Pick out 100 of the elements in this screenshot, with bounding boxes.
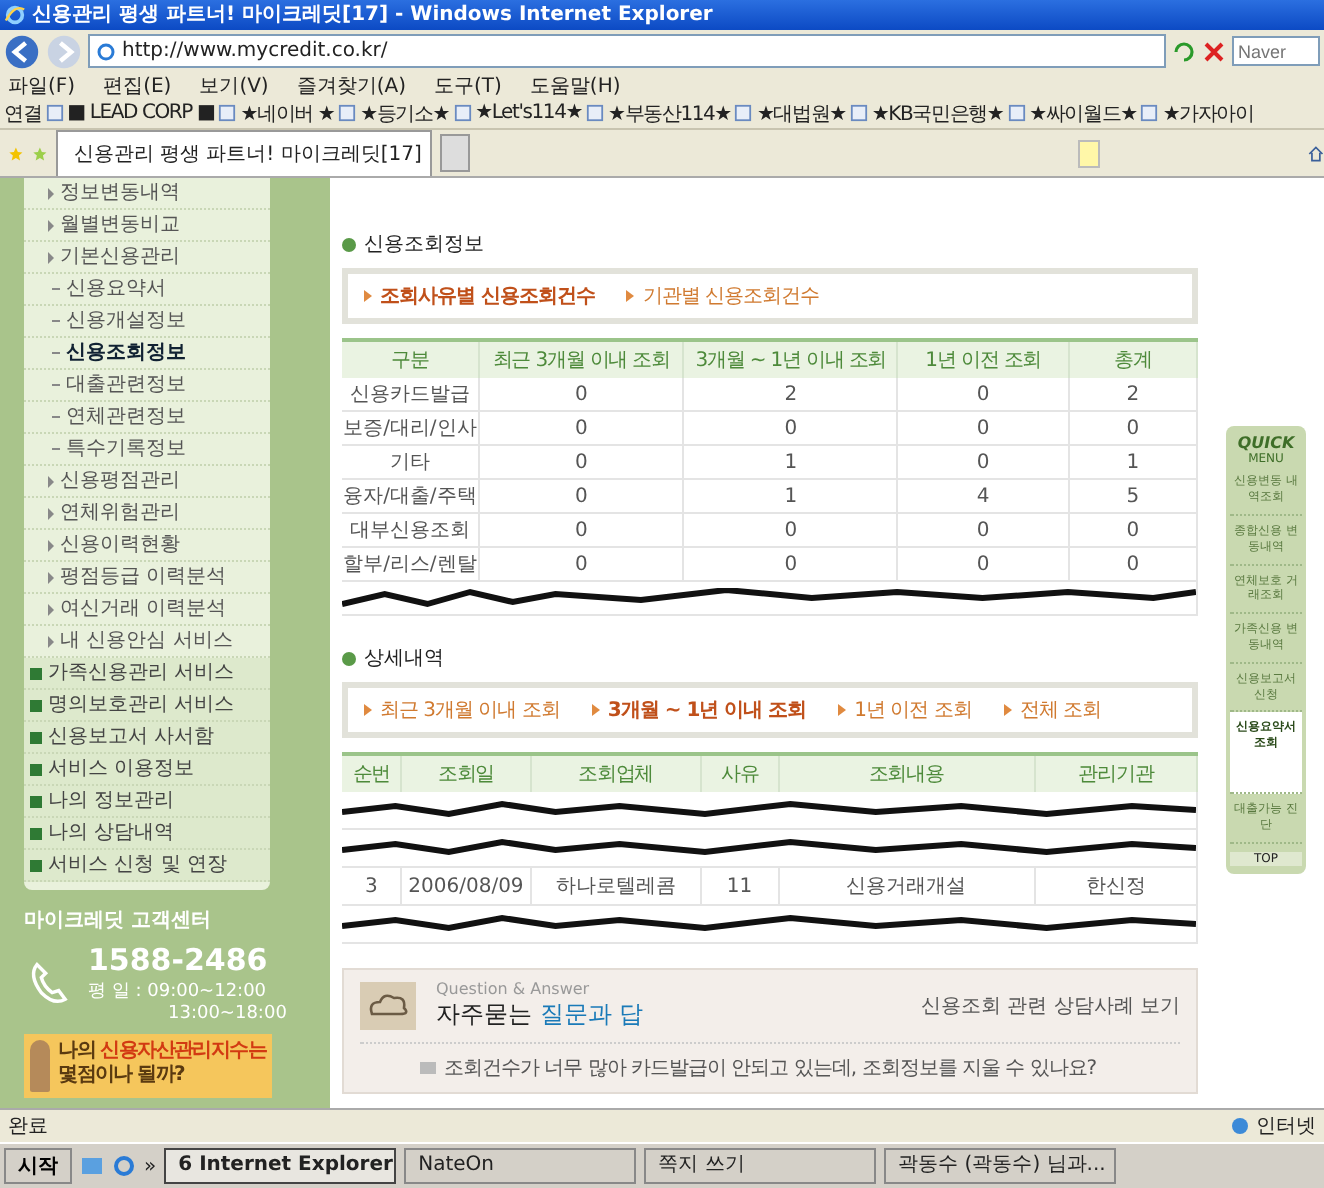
sidebar-item[interactable]: 나의 상담내역 <box>24 818 270 851</box>
sidebar-item[interactable]: 신용이력현황 <box>24 530 270 563</box>
sidebar-item[interactable]: 신용조회정보 <box>24 338 270 371</box>
sidebar-item[interactable]: 연체관련정보 <box>24 402 270 435</box>
sidebar-item[interactable]: 신용보고서 사서함 <box>24 722 270 755</box>
page-icon <box>45 104 64 123</box>
new-tab-button[interactable] <box>439 134 470 173</box>
favorite-link[interactable]: ★싸이월드★ <box>1007 99 1137 128</box>
section-heading: 상세내역 <box>364 646 444 673</box>
favorite-link[interactable]: ★Let's114★ <box>453 102 583 125</box>
sidebar-item[interactable]: 기본신용관리 <box>24 242 270 275</box>
browser-tab[interactable]: 신용관리 평생 파트너! 마이크레딧[17] <box>55 130 432 177</box>
sidebar-item[interactable]: 가족신용관리 서비스 <box>24 658 270 691</box>
counseling-cases-link[interactable]: 신용조회 관련 상담사례 보기 <box>920 992 1180 1021</box>
favorite-link[interactable]: ★네이버 ★ <box>218 99 335 128</box>
desktop-icon[interactable] <box>80 1154 104 1179</box>
sidebar-item[interactable]: 연체위험관리 <box>24 498 270 531</box>
page-icon <box>849 104 868 123</box>
taskbar-button[interactable]: 곽동수 (곽동수) 님과... <box>884 1148 1117 1185</box>
page-icon <box>586 104 605 123</box>
table-cell: 1 <box>683 445 898 480</box>
table-cell: 0 <box>1068 547 1197 582</box>
table-cell: 0 <box>897 445 1069 480</box>
sidebar-item[interactable]: 신용평점관리 <box>24 466 270 499</box>
sidebar-item[interactable]: 서비스 신청 및 연장 <box>24 850 270 883</box>
table-cell: 2006/08/09 <box>401 867 531 906</box>
faq-question[interactable]: 조회건수가 너무 많아 카드발급이 안되고 있는데, 조회정보를 지울 수 있나요? <box>360 1054 1180 1083</box>
menu-item[interactable]: 파일(F) <box>8 72 76 101</box>
links-label: 연결 <box>4 101 42 128</box>
table-cell: 0 <box>683 547 898 582</box>
sidebar-item[interactable]: 신용개설정보 <box>24 306 270 339</box>
page-icon <box>218 104 237 123</box>
business-hours: 평 일 : 09:00~12:00 <box>88 980 269 1004</box>
filter-tab[interactable]: 조회사유별 신용조회건수 <box>364 282 595 311</box>
column-header: 사유 <box>701 754 779 793</box>
table-cell: 0 <box>478 378 684 412</box>
table-cell: 2 <box>683 378 898 412</box>
business-hours: 13:00~18:00 <box>166 1004 287 1025</box>
table-cell: 0 <box>478 445 684 480</box>
table-cell: 0 <box>478 513 684 548</box>
favorite-link[interactable]: ★대법원★ <box>734 99 846 128</box>
favorite-link[interactable]: ★부동산114★ <box>586 99 731 128</box>
column-header: 3개월 ~ 1년 이내 조회 <box>683 340 898 379</box>
sidebar-item[interactable]: 평점등급 이력분석 <box>24 562 270 595</box>
promo-banner[interactable]: 나의 신용자산관리지수는 몇점이나 될까? <box>24 1034 272 1099</box>
window-title: 신용관리 평생 파트너! 마이크레딧[17] - Windows Internet Explorer <box>32 2 713 29</box>
security-zone: 인터넷 <box>1230 1112 1316 1141</box>
filter-tab[interactable]: 3개월 ~ 1년 이내 조회 <box>591 696 807 725</box>
cloud-icon <box>360 982 416 1031</box>
taskbar-button[interactable]: 6 Internet Explorer <box>164 1148 397 1185</box>
favorite-link[interactable]: ★등기소★ <box>338 99 450 128</box>
menu-item[interactable]: 보기(V) <box>199 72 269 101</box>
menu-item[interactable]: 도구(T) <box>434 72 502 101</box>
sidebar-item[interactable]: 월별변동비교 <box>24 210 270 243</box>
figure-drawing <box>30 1040 51 1093</box>
table-cell: 보증/대리/인사 <box>342 411 479 446</box>
page-icon <box>1007 104 1026 123</box>
column-header: 조회일 <box>401 754 531 793</box>
table-cell: 융자/대출/주택 <box>342 479 479 514</box>
browser-logo-icon[interactable] <box>112 1154 136 1179</box>
faq-eyebrow: Question & Answer <box>436 980 592 999</box>
column-header: 관리기관 <box>1034 754 1197 793</box>
column-header: 1년 이전 조회 <box>897 340 1069 379</box>
sidebar-item[interactable]: 신용요약서 <box>24 274 270 307</box>
start-button[interactable]: 시작 <box>4 1148 72 1185</box>
favorite-link[interactable]: ■ LEAD CORP ■ <box>45 102 215 125</box>
refresh-icon[interactable] <box>1172 39 1196 64</box>
menu-item[interactable]: 도움말(H) <box>529 72 621 101</box>
sidebar-item[interactable]: 서비스 이용정보 <box>24 754 270 787</box>
table-cell: 신용카드발급 <box>342 378 479 412</box>
menu-item[interactable]: 즐겨찾기(A) <box>296 72 406 101</box>
note-icon[interactable] <box>1077 139 1101 168</box>
sidebar-item[interactable]: 명의보호관리 서비스 <box>24 690 270 723</box>
sidebar-item[interactable]: 여신거래 이력분석 <box>24 594 270 627</box>
sidebar-item[interactable]: 정보변동내역 <box>24 178 270 211</box>
table-cell: 0 <box>1068 411 1197 446</box>
sidebar-item[interactable]: 대출관련정보 <box>24 370 270 403</box>
more-button[interactable]: » <box>144 1155 157 1178</box>
column-header: 최근 3개월 이내 조회 <box>478 340 684 379</box>
sidebar-item[interactable]: 특수기록정보 <box>24 434 270 467</box>
search-field[interactable]: Naver <box>1232 36 1320 67</box>
taskbar-button[interactable]: 쪽지 쓰기 <box>644 1148 877 1185</box>
address-field[interactable]: http://www.mycredit.co.kr/ <box>88 34 1166 69</box>
back-icon[interactable] <box>4 33 40 70</box>
stop-icon[interactable] <box>1202 39 1226 64</box>
table-cell: 1 <box>683 479 898 514</box>
home-icon[interactable] <box>1308 141 1324 166</box>
taskbar-button[interactable]: NateOn <box>404 1148 637 1185</box>
favorite-link[interactable]: ★가자아이 <box>1140 99 1254 128</box>
table-cell: 한신정 <box>1034 867 1197 906</box>
banner-text: 나의 신용자산관리지수는 몇점이나 될까? <box>58 1040 266 1091</box>
page-icon <box>734 104 753 123</box>
bullet-icon <box>342 651 356 666</box>
table-cell: 0 <box>897 513 1069 548</box>
favorite-link[interactable]: ★KB국민은행★ <box>849 99 1004 128</box>
table-cell: 하나로텔레콤 <box>530 867 702 906</box>
sidebar-item[interactable]: 나의 정보관리 <box>24 786 270 819</box>
column-header: 총계 <box>1068 340 1197 379</box>
menu-item[interactable]: 편집(E) <box>103 72 172 101</box>
table-cell: 0 <box>1068 513 1197 548</box>
